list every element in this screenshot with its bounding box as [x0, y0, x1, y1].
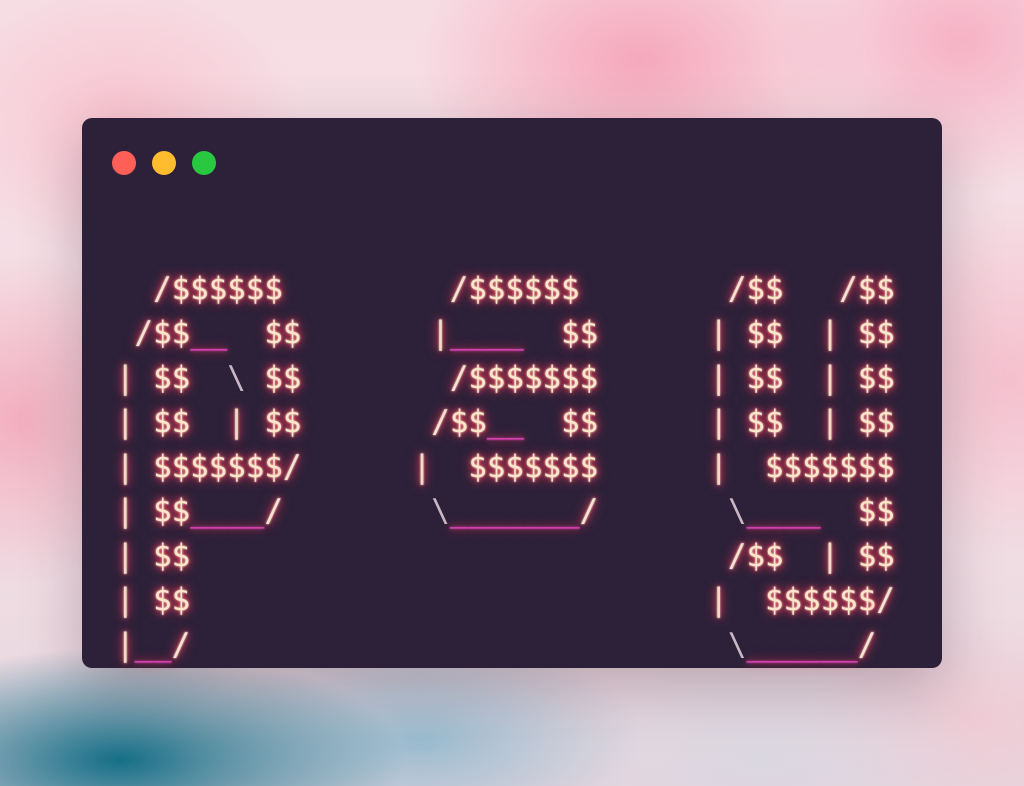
terminal-window: /$$$$$$ /$$$$$$ /$$ /$$ /$$__ $$ |____ $… [82, 118, 942, 668]
ascii-line: | $$ | $$ /$$__ $$ | $$ | $$ [116, 404, 895, 440]
minimize-button[interactable] [152, 151, 176, 175]
close-button[interactable] [112, 151, 136, 175]
ascii-line: | $$$$$$$/ | $$$$$$$ | $$$$$$$ [116, 448, 895, 485]
window-controls [112, 151, 216, 175]
zoom-button[interactable] [192, 151, 216, 175]
ascii-line: /$$$$$$ /$$$$$$ /$$ /$$ [153, 270, 895, 307]
ascii-line: /$$__ $$ |____ $$ | $$ | $$ [134, 315, 895, 351]
ascii-line: |__/ \______/ [116, 626, 877, 663]
ascii-art-banner: /$$$$$$ /$$$$$$ /$$ /$$ /$$__ $$ |____ $… [116, 222, 895, 756]
ascii-line: | $$ \ $$ /$$$$$$$ | $$ | $$ [116, 359, 895, 396]
ascii-line: | $$ /$$ | $$ [116, 537, 895, 574]
ascii-line: | $$ | $$$$$$/ [116, 582, 895, 618]
ascii-line: | $$____/ \_______/ \____ $$ [116, 493, 895, 529]
